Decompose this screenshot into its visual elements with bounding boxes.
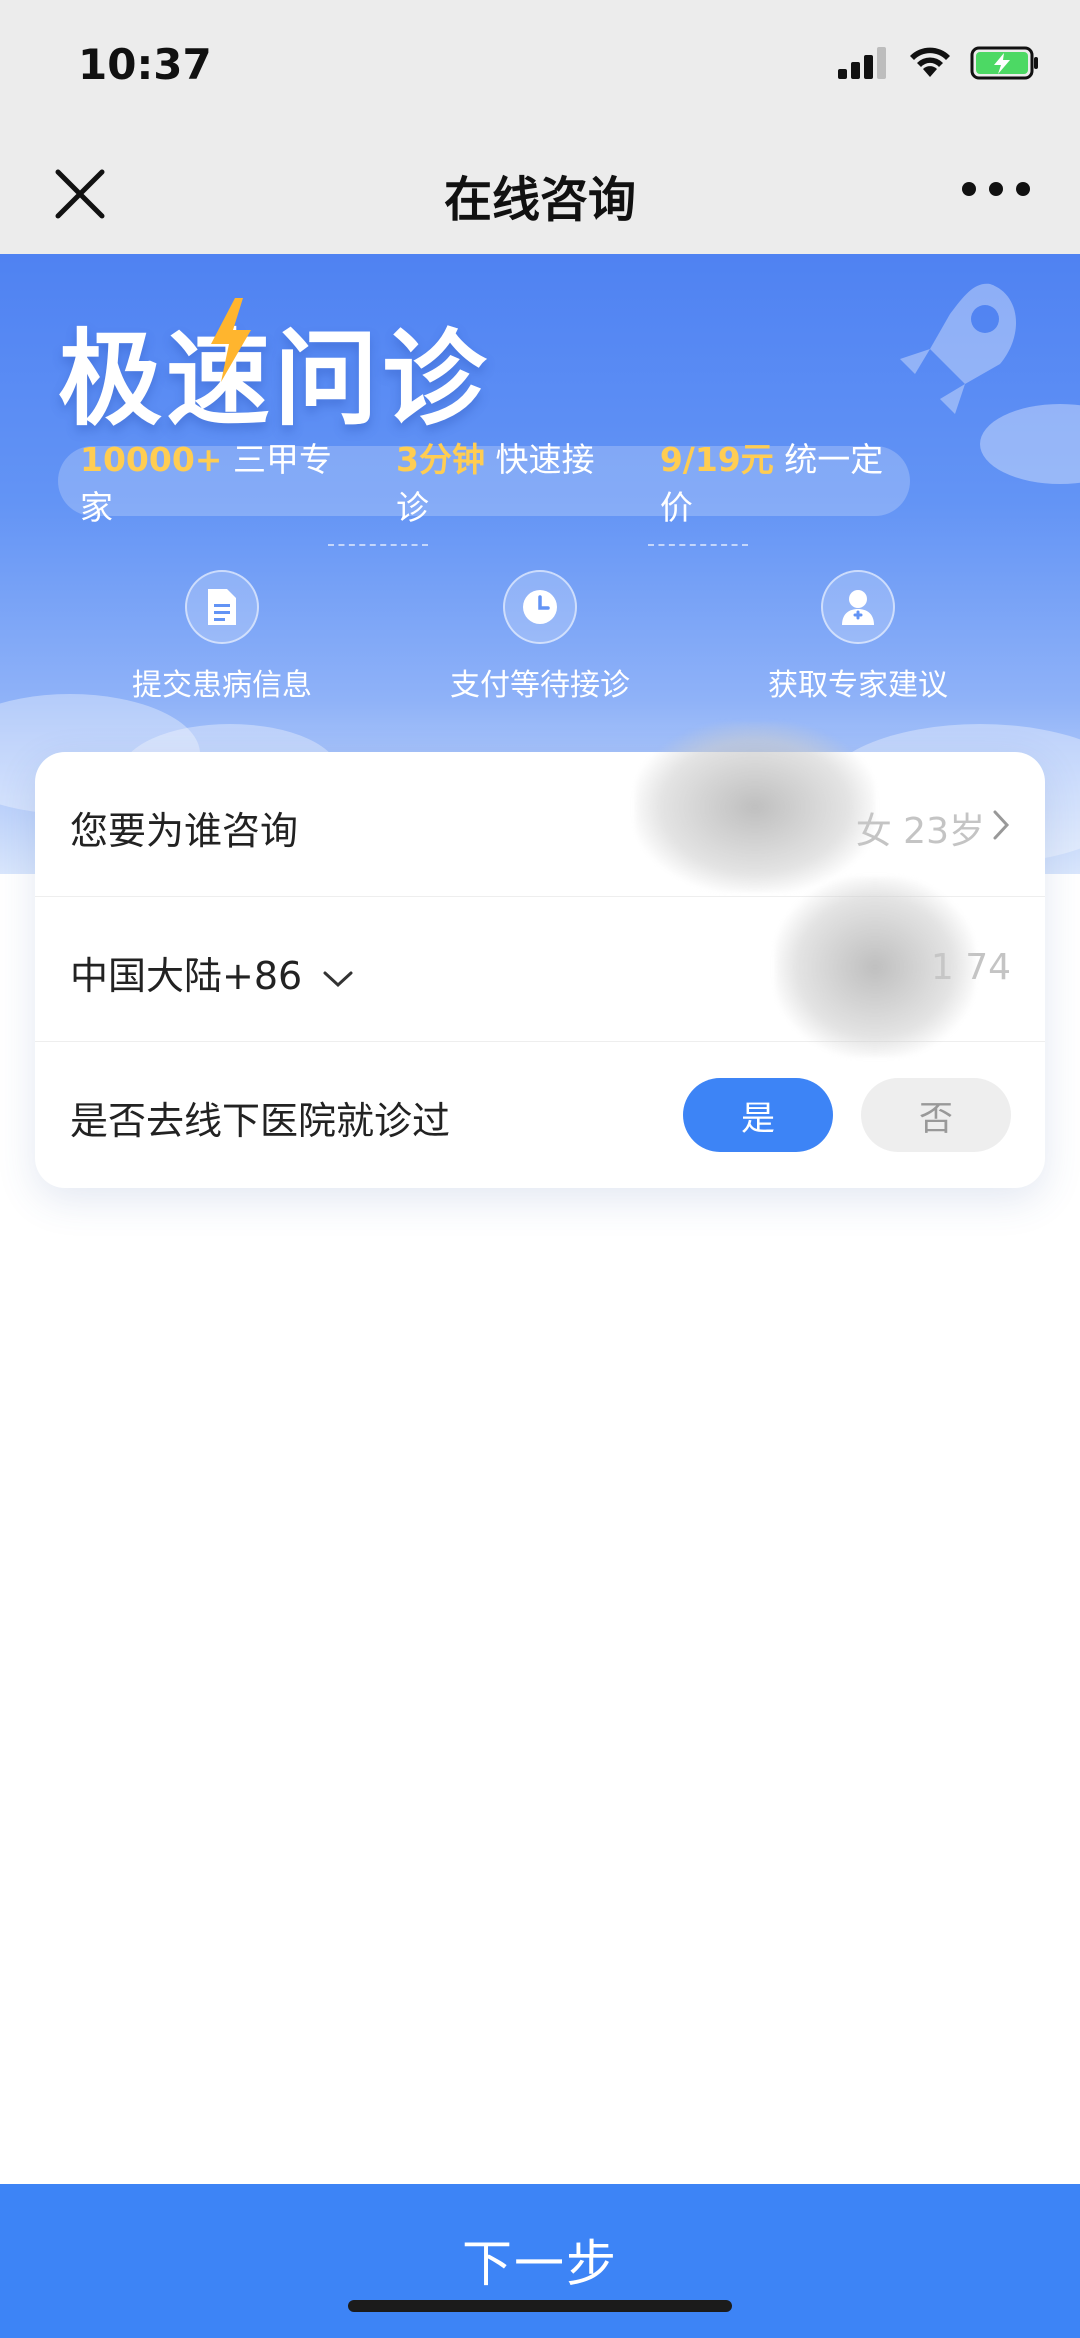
home-indicator[interactable] [348, 2300, 732, 2312]
chevron-right-icon [993, 810, 1010, 840]
lightning-icon [211, 298, 251, 382]
consult-for-label: 您要为谁咨询 [70, 809, 299, 853]
consult-form-card: 您要为谁咨询 女 23岁 中国大陆+86 1 74 是否去线下医院就诊过 是 否 [35, 722, 1045, 1188]
stats-pill: 10000+ 三甲专家 3分钟 快速接诊 9/19元 统一定价 [58, 440, 910, 527]
step-connector [648, 544, 748, 546]
redaction-smudge [775, 877, 975, 1057]
signal-icon [838, 47, 886, 79]
battery-charging-icon [970, 46, 1038, 80]
clock-icon [503, 570, 577, 644]
step-label: 获取专家建议 [768, 668, 948, 703]
status-time: 10:37 [78, 40, 212, 89]
redaction-smudge [635, 722, 875, 892]
page-title: 在线咨询 [443, 172, 636, 228]
step-get-advice: 获取专家建议 [728, 570, 988, 704]
rocket-icon [900, 283, 1017, 414]
step-connector [328, 544, 428, 546]
step-submit-info: 提交患病信息 [92, 570, 352, 704]
next-step-label: 下一步 [462, 2235, 618, 2293]
page: 10:37 在线咨询 极速问诊 10000+ 三甲专家 3分钟 快速接诊 9/1… [0, 0, 1080, 2338]
hero-title: 极速问诊 [58, 318, 491, 440]
next-step-button[interactable]: 下一步 [0, 2184, 1080, 2338]
chevron-down-icon [323, 971, 353, 987]
region-code-label: 中国大陆+86 [70, 954, 303, 998]
document-icon [185, 570, 259, 644]
status-icons [838, 46, 1040, 80]
step-pay-wait: 支付等待接诊 [410, 570, 670, 704]
stat-price: 9/19元 统一定价 [659, 440, 884, 527]
no-button[interactable]: 否 [861, 1078, 1011, 1152]
more-icon[interactable] [962, 182, 1030, 196]
status-bar: 10:37 [0, 0, 1080, 130]
stat-response-time: 3分钟 快速接诊 [396, 440, 595, 527]
stat-experts: 10000+ 三甲专家 [80, 440, 332, 527]
step-label: 提交患病信息 [132, 668, 312, 703]
consult-for-value: 女 23岁 [855, 811, 985, 852]
phone-row[interactable]: 中国大陆+86 1 74 [35, 877, 1045, 1057]
visited-hospital-row: 是否去线下医院就诊过 是 否 [35, 1042, 1045, 1187]
step-label: 支付等待接诊 [450, 668, 630, 703]
wifi-icon [910, 47, 950, 77]
consult-for-row[interactable]: 您要为谁咨询 女 23岁 [35, 722, 1045, 897]
doctor-icon [821, 570, 895, 644]
region-code-select[interactable]: 中国大陆+86 [70, 945, 354, 1000]
yes-button[interactable]: 是 [683, 1078, 833, 1152]
nav-bar: 在线咨询 [0, 130, 1080, 254]
visited-hospital-label: 是否去线下医院就诊过 [70, 1099, 451, 1143]
